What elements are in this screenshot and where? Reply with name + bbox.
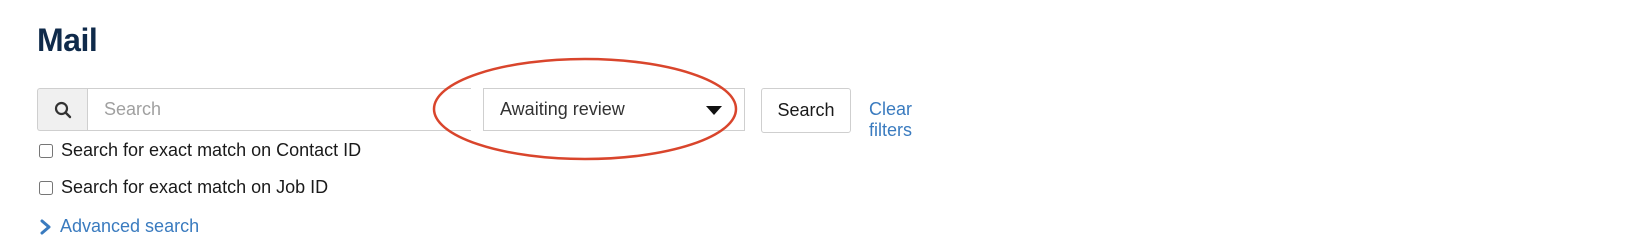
exact-contact-id-option[interactable]: Search for exact match on Contact ID bbox=[37, 140, 361, 161]
exact-job-id-label: Search for exact match on Job ID bbox=[61, 177, 329, 197]
search-icon[interactable] bbox=[37, 88, 87, 131]
exact-contact-id-label: Search for exact match on Contact ID bbox=[61, 140, 362, 160]
chevron-right-icon bbox=[40, 219, 51, 234]
caret-down-icon bbox=[706, 106, 722, 115]
exact-job-id-checkbox[interactable] bbox=[39, 180, 53, 195]
search-button[interactable]: Search bbox=[761, 88, 851, 133]
exact-job-id-option[interactable]: Search for exact match on Job ID bbox=[37, 177, 328, 198]
status-dropdown-value: Awaiting review bbox=[500, 99, 625, 119]
status-dropdown[interactable]: Awaiting review bbox=[483, 88, 745, 131]
clear-filters-link[interactable]: Clear filters bbox=[869, 99, 912, 141]
search-input[interactable] bbox=[87, 88, 471, 131]
advanced-search-label: Advanced search bbox=[60, 216, 200, 236]
search-icon-glyph bbox=[54, 101, 71, 118]
page-title: Mail bbox=[37, 22, 98, 58]
exact-contact-id-checkbox[interactable] bbox=[39, 143, 53, 158]
advanced-search-toggle[interactable]: Advanced search bbox=[40, 216, 199, 237]
